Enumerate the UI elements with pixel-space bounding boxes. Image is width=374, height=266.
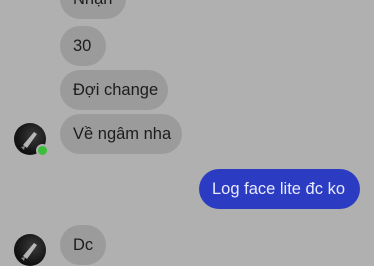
- message-text: Nhận: [73, 0, 112, 8]
- contact-avatar[interactable]: [14, 234, 46, 266]
- message-text: Đợi change: [73, 81, 159, 99]
- contact-avatar[interactable]: [14, 123, 49, 157]
- message-bubble-received[interactable]: Về ngâm nha: [60, 114, 182, 154]
- message-bubble-received[interactable]: Dc: [60, 225, 106, 265]
- message-bubble-received[interactable]: Nhận: [60, 0, 126, 19]
- message-text: Về ngâm nha: [73, 125, 172, 143]
- message-bubble-sent[interactable]: Log face lite đc ko: [199, 169, 360, 209]
- message-text: Log face lite đc ko: [212, 180, 345, 198]
- message-bubble-received[interactable]: Đợi change: [60, 70, 168, 110]
- avatar-image: [21, 243, 37, 261]
- message-text: 30: [73, 37, 92, 55]
- online-status-indicator: [36, 144, 49, 157]
- message-bubble-received[interactable]: 30: [60, 26, 106, 66]
- message-text: Dc: [73, 236, 94, 254]
